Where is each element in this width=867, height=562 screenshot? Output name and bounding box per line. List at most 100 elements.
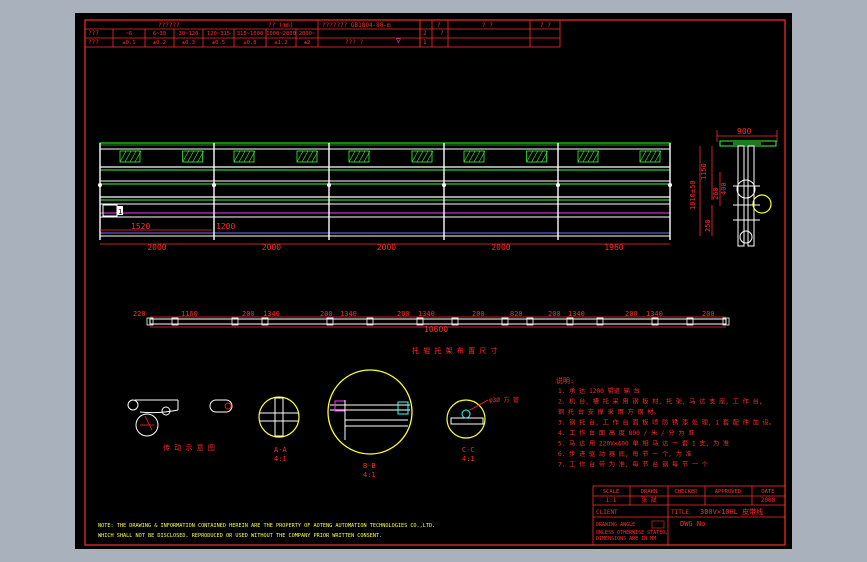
panel-hatch (536, 150, 543, 163)
tolerance-range: 1000~2000 (266, 31, 296, 37)
panel-hatch (233, 150, 241, 163)
side-dim-250: 250 (704, 219, 712, 232)
rail-dim: 200 (472, 310, 485, 318)
tolerance-value: ±0.1 (122, 40, 135, 46)
panel-hatch (243, 150, 251, 163)
tolerance-value: ±0.8 (243, 40, 256, 46)
tolerance-value: ±2 (304, 40, 311, 46)
rail-total: 10600 (424, 325, 448, 334)
rail-dim: 1340 (418, 310, 435, 318)
guard-panels (119, 150, 662, 163)
detail-a (258, 396, 300, 438)
tolerance-range: 315~1000 (237, 31, 264, 37)
detail-b (327, 369, 413, 455)
tolerance-range: 120~315 (207, 31, 230, 37)
front-end-label: 1 (118, 208, 122, 216)
title-block-header: DRAWN (641, 489, 658, 495)
tolerance-value: ±0.3 (182, 40, 195, 46)
panel-hatch (463, 150, 471, 163)
panel-hatch (353, 150, 361, 163)
side-dim-260: 260 (712, 187, 720, 200)
rail-dim: 220 (133, 310, 146, 318)
side-dim-400: 400 (720, 182, 728, 195)
dwg-label: DWG No (680, 520, 705, 528)
panel-hatch (124, 150, 132, 163)
note-item: 4. 工 作 台 面 高 度 800 / 米 / 分 为 准 (558, 429, 694, 437)
note-item: 7. 工 作 台 带 为 准, 每 节 台 钢 每 节 一 个 (558, 461, 708, 469)
front-inner-dim: 1520 (131, 222, 150, 231)
panel-hatch (587, 150, 595, 163)
revision-row-1: 2 (423, 30, 427, 37)
rail-dim: 200 (548, 310, 561, 318)
angle-symbol: ▽ (396, 36, 401, 45)
panel-hatch (526, 150, 533, 163)
rail-dim: 1340 (568, 310, 585, 318)
detail-c-note: φ3Ø 方 管 (489, 396, 519, 404)
rail-dim: 200 (242, 310, 255, 318)
rail-dim: 1340 (263, 310, 280, 318)
tolerance-range: 6~30 (153, 31, 166, 37)
drive-label: 传 动 示 意 图 (163, 443, 215, 452)
panel-hatch (238, 150, 246, 163)
panel-hatch (411, 150, 419, 163)
rail-dim: 820 (510, 310, 523, 318)
tolerance-title: ?????? (158, 22, 180, 29)
footer-line-2: WHICH SHALL NOT BE DISCLOSED, REPRODUCED… (98, 533, 382, 539)
detail-c (446, 399, 489, 439)
panel-hatch (187, 150, 194, 163)
footer-line-1: NOTE: THE DRAWING & INFORMATION CONTAINE… (98, 523, 435, 529)
rail-dim: 200 (397, 310, 410, 318)
rail-dim: 1340 (340, 310, 357, 318)
panel-hatch (182, 150, 189, 163)
tolerance-ranges: ~6 ±0.1 6~30 ±0.2 30~120 ±0.3 120~315 ±0.5 315~1… (122, 31, 316, 46)
tolerance-standard: ??????? GB1804-80-m (322, 22, 391, 29)
side-dim-1810: 1810±50 (689, 180, 697, 210)
front-bottom-dim: 2000 (491, 243, 510, 252)
front-view (98, 142, 672, 240)
rail-dim: 200 (625, 310, 638, 318)
panel-hatch (416, 150, 424, 163)
panel-hatch (348, 150, 356, 163)
front-bottom-dim: 2000 (377, 243, 396, 252)
panel-hatch (577, 150, 585, 163)
angle-symbol-box (651, 520, 665, 529)
panel-hatch (119, 150, 127, 163)
title-block-value: 张 斌 (641, 496, 657, 504)
drive-diagram (127, 399, 233, 437)
roller-end (556, 183, 560, 187)
panel-hatch (644, 150, 652, 163)
roller-end (327, 183, 331, 187)
title-block-cells: SCALE 1:1 DRAWN张 斌 CHECKED APPROVED DATE 2008 (603, 489, 776, 504)
panel-hatch (473, 150, 481, 163)
rail-dim: 200 (702, 310, 715, 318)
tolerance-range: ~6 (126, 31, 133, 37)
detail-a-scale: 4:1 (274, 455, 287, 463)
panel-hatch (358, 150, 366, 163)
tolerance-mid: ?? (mm) (268, 22, 293, 29)
revision-col-b: ? ? (482, 22, 493, 29)
revision-col-c: ? ? (540, 22, 551, 29)
detail-b-scale: 4:1 (363, 471, 376, 479)
side-width-dim: 900 (737, 127, 752, 136)
panel-hatch (531, 150, 538, 163)
title-block-header: APPROVED (715, 489, 742, 495)
front-bottom-dim: 1960 (604, 243, 623, 252)
front-bottom-dim: 2000 (262, 243, 281, 252)
note-item: 1. 承 达 1200 辊道 输 台 (558, 387, 640, 395)
front-dimensions: 2000 2000 2000 2000 1960 1520 1200 (100, 222, 670, 252)
panel-hatch (306, 150, 314, 163)
detail-a-label: A-A (274, 446, 287, 454)
revision-row-3: ? (440, 30, 444, 37)
panel-hatch (301, 150, 309, 163)
revision-col-a: ? (437, 22, 441, 29)
drawing-angle: DRAWING ANGLE (596, 522, 635, 528)
cad-drawing: ?????? ?? (mm) ??????? GB1804-80-m ?? ? ?… (84, 19, 786, 546)
note-item: 钢 托 台 支 撑 采 用 方 钢 材。 (558, 408, 660, 416)
detail-c-label: C-C (462, 446, 475, 454)
tolerance-value: ±0.5 (212, 40, 225, 46)
title-block-value: 1:1 (606, 497, 617, 504)
notes-title: 说明: (556, 376, 574, 385)
roller-end (668, 183, 672, 187)
detail-c-scale: 4:1 (462, 455, 475, 463)
note-item: 5. 马 达 用 220V×400 单 相 马 达 一 套 1 支, 为 准 (558, 440, 729, 448)
